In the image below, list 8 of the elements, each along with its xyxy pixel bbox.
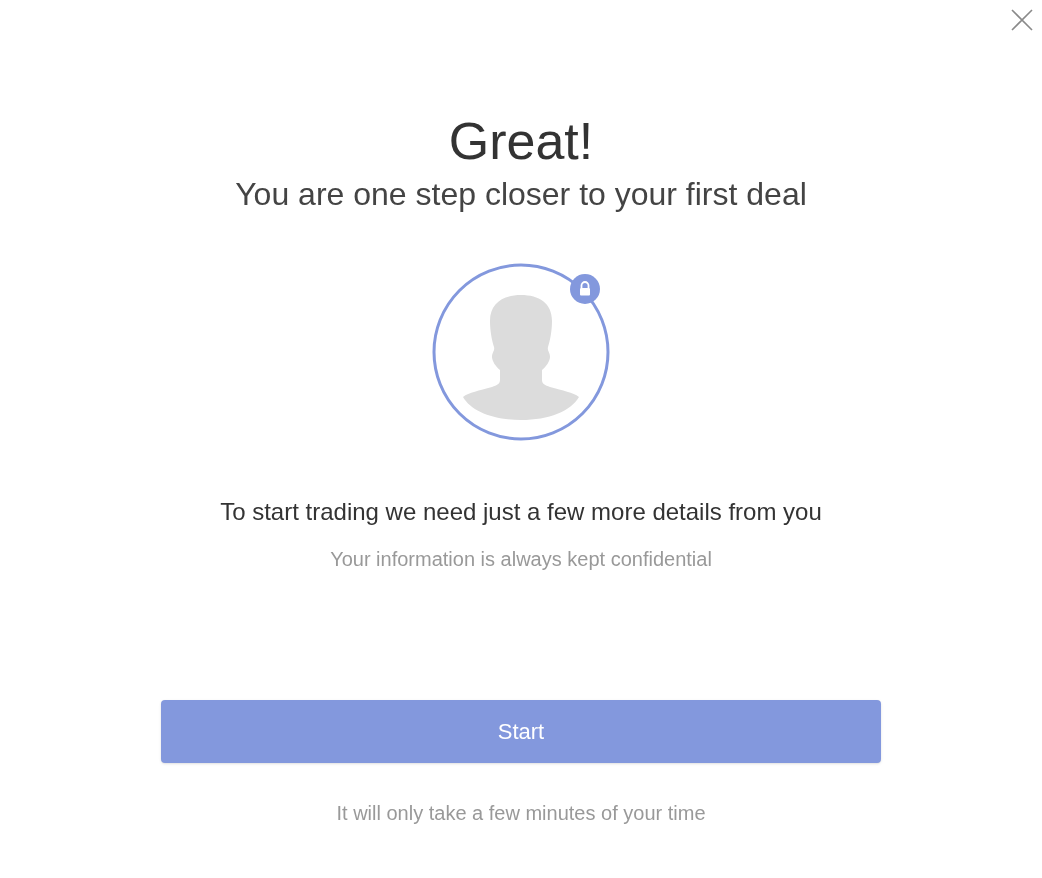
confidential-note: Your information is always kept confidential [330, 547, 712, 572]
info-message: To start trading we need just a few more details from you [220, 497, 822, 527]
dialog-title: Great! [448, 111, 594, 172]
time-estimate-text: It will only take a few minutes of your time [336, 801, 706, 826]
profile-avatar-icon [431, 262, 611, 442]
dialog-subtitle: You are one step closer to your first deal [235, 175, 807, 214]
start-button[interactable]: Start [161, 700, 881, 763]
lock-icon [570, 274, 600, 304]
